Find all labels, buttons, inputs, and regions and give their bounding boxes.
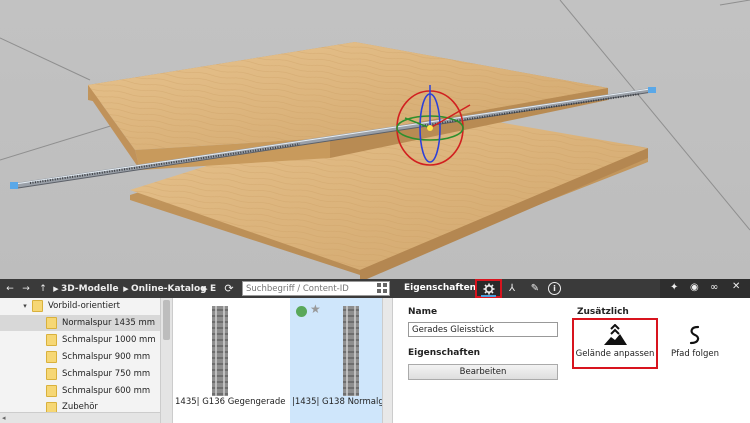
folder-icon [46,334,57,346]
chevron-down-icon[interactable]: ▾ [20,302,30,310]
tree-item[interactable]: Schmalspur 1000 mm [0,332,160,348]
link-icon[interactable]: ∞ [710,282,718,293]
folder-icon [46,351,57,363]
chevron-right-icon: ▶ [123,284,129,293]
path-icon [689,325,700,345]
3d-viewport[interactable] [0,0,750,279]
tree-item-label: Zubehör [62,402,98,412]
up-arrow-icon[interactable]: ↑ [36,279,50,298]
adjust-terrain-label: Gelände anpassen [575,349,655,359]
follow-path-button[interactable]: Pfad folgen [665,324,725,359]
tree-item-label: Schmalspur 750 mm [62,369,151,379]
search-input[interactable] [242,281,390,296]
right-toolbar: ✦ ◉ ∞ ✕ [660,279,750,298]
content-browser: 1435| G136 Gegengerade ★ |1435| G138 Nor… [172,298,392,423]
track-thumbnail [212,306,228,396]
tree-item-label: Schmalspur 600 mm [62,386,151,396]
app-window: ← → ↑ ▶ 3D-Modelle ▶ Online-Katalog ▶ E … [0,0,750,423]
tree-item[interactable]: Zubehör [0,402,160,412]
favorite-star-icon[interactable]: ★ [310,302,321,316]
connection-icon[interactable]: ⅄ [505,279,519,298]
tree-item[interactable]: Normalspur 1435 mm [0,315,160,331]
scroll-left-icon[interactable]: ◂ [2,414,6,422]
folder-icon [46,317,57,329]
eye-icon[interactable]: ◉ [690,282,699,293]
forward-arrow-icon[interactable]: → [19,279,33,298]
tree-item-label: Schmalspur 900 mm [62,352,151,362]
tile-label: 1435| G136 Gegengerade [175,397,286,407]
adjust-terrain-button[interactable]: Gelände anpassen [575,324,655,359]
name-heading: Name [408,307,438,317]
chevron-right-icon: ▶ [53,284,59,293]
chevron-right-icon: ▶ [202,284,208,293]
name-field[interactable] [408,322,558,337]
track-thumbnail [343,306,359,396]
tree-root-label: Vorbild-orientiert [48,301,121,311]
tree-root[interactable]: ▾ Vorbild-orientiert [0,298,160,314]
folder-icon [32,300,43,312]
breadcrumb-online-catalog[interactable]: Online-Katalog [131,279,207,298]
settings-tab[interactable] [475,279,502,298]
browser-scrollbar[interactable] [382,298,392,423]
refresh-icon[interactable]: ⟳ [222,279,236,298]
breadcrumb-truncated[interactable]: E [210,279,216,298]
edit-button[interactable]: Bearbeiten [408,364,558,380]
properties-panel: Name Eigenschaften Bearbeiten Zusätzlich… [392,298,750,423]
scene-graphic [0,0,750,279]
terrain-icon [604,324,627,345]
online-status-icon [296,306,307,317]
properties-heading: Eigenschaften [408,348,481,358]
back-arrow-icon[interactable]: ← [3,279,17,298]
breadcrumb-3d-models[interactable]: 3D-Modelle [61,279,119,298]
content-tile-selected[interactable]: ★ |1435| G138 Normalger [290,298,383,423]
pin-icon[interactable]: ✦ [670,282,678,293]
info-icon[interactable]: i [548,282,561,295]
folder-icon [46,402,57,412]
properties-title: Eigenschaften [404,283,477,293]
additional-heading: Zusätzlich [577,307,629,317]
scroll-thumb[interactable] [163,300,170,340]
gear-icon [483,283,494,294]
category-tree: ▾ Vorbild-orientiert Normalspur 1435 mm … [0,298,172,423]
brush-icon[interactable]: ✎ [528,279,542,298]
tree-item[interactable]: Schmalspur 900 mm [0,349,160,365]
close-icon[interactable]: ✕ [732,281,740,292]
folder-icon [46,368,57,380]
tree-item-label: Schmalspur 1000 mm [62,335,156,345]
tree-item-label: Normalspur 1435 mm [62,318,156,328]
follow-path-label: Pfad folgen [671,349,719,359]
folder-icon [46,385,57,397]
tree-item[interactable]: Schmalspur 600 mm [0,383,160,399]
grid-view-icon[interactable] [376,282,388,294]
tree-scrollbar[interactable] [160,298,172,423]
tile-label: |1435| G138 Normalger [292,397,382,407]
horizontal-scrollbar[interactable]: ◂ [0,412,160,423]
tree-item[interactable]: Schmalspur 750 mm [0,366,160,382]
content-tile[interactable]: 1435| G136 Gegengerade [173,298,289,423]
